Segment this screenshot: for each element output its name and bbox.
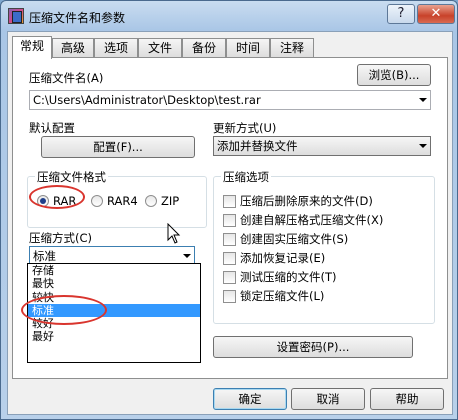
- archive-name-value: C:\Users\Administrator\Desktop\test.rar: [33, 93, 261, 107]
- compression-method-value: 标准: [33, 249, 56, 263]
- checkbox-icon: [223, 251, 236, 265]
- checkbox-icon: [223, 194, 236, 208]
- tab-general[interactable]: 常规: [12, 36, 52, 59]
- solid-archive-label: 创建固实压缩文件(S): [240, 232, 349, 246]
- tab-comment[interactable]: 注释: [270, 38, 314, 58]
- update-mode-select[interactable]: 添加并替换文件: [213, 136, 431, 156]
- highlight-ellipse-rar: [29, 185, 85, 209]
- checkbox-icon: [223, 232, 236, 246]
- delete-files-label: 压缩后删除原来的文件(D): [240, 194, 373, 208]
- update-mode-value: 添加并替换文件: [217, 139, 298, 153]
- method-option-best[interactable]: 最好: [28, 330, 200, 343]
- help-button[interactable]: 帮助: [370, 388, 444, 410]
- update-mode-label: 更新方式(U): [213, 121, 277, 135]
- method-option-store[interactable]: 存储: [28, 264, 200, 277]
- chevron-down-icon: [183, 254, 191, 258]
- profiles-button[interactable]: 配置(F)...: [41, 136, 195, 158]
- chevron-down-icon: [419, 98, 427, 102]
- archive-name-combo[interactable]: C:\Users\Administrator\Desktop\test.rar: [29, 90, 431, 110]
- chevron-down-icon: [419, 144, 427, 148]
- title-bar[interactable]: 压缩文件名和参数 ? ✕: [1, 1, 457, 31]
- recovery-record-checkbox[interactable]: 添加恢复记录(E): [223, 250, 325, 266]
- cancel-button[interactable]: 取消: [291, 388, 365, 410]
- winrar-app-icon: [8, 8, 24, 24]
- test-files-label: 测试压缩的文件(T): [240, 270, 337, 284]
- tab-time[interactable]: 时间: [226, 38, 270, 58]
- help-title-button[interactable]: ?: [387, 4, 415, 24]
- tab-backup[interactable]: 备份: [182, 38, 226, 58]
- tab-advanced[interactable]: 高级: [52, 38, 94, 58]
- create-sfx-checkbox[interactable]: 创建自解压格式压缩文件(X): [223, 212, 383, 228]
- dialog-window: 压缩文件名和参数 ? ✕ 常规 高级 选项 文件 备份 时间 注释 压缩文件名(…: [0, 0, 458, 420]
- format-rar4-radio[interactable]: RAR4: [91, 194, 138, 208]
- window-title: 压缩文件名和参数: [29, 11, 126, 25]
- test-files-checkbox[interactable]: 测试压缩的文件(T): [223, 269, 337, 285]
- browse-button[interactable]: 浏览(B)...: [357, 64, 431, 86]
- tab-options[interactable]: 选项: [94, 38, 138, 58]
- mouse-cursor-icon: [167, 223, 181, 244]
- lock-archive-checkbox[interactable]: 锁定压缩文件(L): [223, 288, 324, 304]
- archive-format-label: 压缩文件格式: [35, 169, 108, 185]
- default-profile-label: 默认配置: [29, 121, 75, 135]
- archive-name-label: 压缩文件名(A): [29, 71, 104, 85]
- tab-files[interactable]: 文件: [138, 38, 182, 58]
- format-rar4-label: RAR4: [107, 194, 138, 208]
- lock-archive-label: 锁定压缩文件(L): [240, 289, 325, 303]
- highlight-ellipse-normal: [21, 295, 107, 325]
- radio-icon: [91, 195, 103, 207]
- format-zip-radio[interactable]: ZIP: [145, 194, 179, 208]
- checkbox-icon: [223, 289, 236, 303]
- format-zip-label: ZIP: [161, 194, 180, 208]
- checkbox-icon: [223, 213, 236, 227]
- create-sfx-label: 创建自解压格式压缩文件(X): [240, 213, 384, 227]
- set-password-button[interactable]: 设置密码(P)...: [213, 336, 413, 358]
- compression-method-label: 压缩方式(C): [29, 231, 93, 245]
- compression-options-label: 压缩选项: [221, 169, 271, 185]
- solid-archive-checkbox[interactable]: 创建固实压缩文件(S): [223, 231, 348, 247]
- recovery-record-label: 添加恢复记录(E): [240, 251, 326, 265]
- ok-button[interactable]: 确定: [213, 388, 287, 410]
- checkbox-icon: [223, 270, 236, 284]
- close-button[interactable]: ✕: [417, 4, 455, 24]
- delete-files-checkbox[interactable]: 压缩后删除原来的文件(D): [223, 193, 373, 209]
- radio-icon: [145, 195, 157, 207]
- method-option-fastest[interactable]: 最快: [28, 277, 200, 290]
